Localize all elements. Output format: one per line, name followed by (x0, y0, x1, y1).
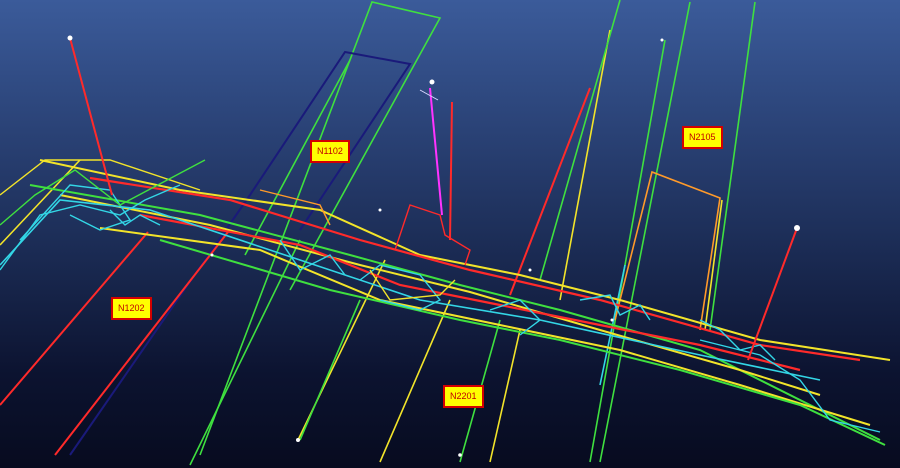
left-cluster-green (0, 159, 206, 226)
borehole-white-thin (419, 89, 439, 101)
node-mid-2 (610, 318, 614, 322)
panel-n2105-green-mid (589, 39, 666, 463)
panel-n1202-yellow-long (0, 159, 81, 246)
panel-n2201-yellow-2 (379, 299, 451, 463)
panel-n2105-red (509, 87, 591, 296)
node-bottom-green (458, 453, 462, 457)
left-junction-cluster (0, 159, 206, 271)
panel-n1202-green (189, 239, 301, 466)
node-mid-1 (210, 253, 214, 257)
panel-n2105-green-2 (539, 0, 621, 281)
panel-label-n1102: N1102 (310, 140, 350, 163)
node-top-left (67, 35, 73, 41)
3d-mine-viewport[interactable]: N1102 N2105 N1202 N2201 (0, 0, 900, 468)
left-cluster-cyan-2 (0, 184, 181, 271)
node-mid-5 (528, 268, 532, 272)
main-roadway-yellow-bottom (99, 227, 871, 426)
node-right-borehole (794, 225, 800, 231)
panel-label-n2105: N2105 (682, 126, 723, 149)
panel-label-n2201: N2201 (443, 385, 484, 408)
panel-n1102-navy-roadway (69, 50, 412, 456)
borehole-red-right (747, 227, 798, 361)
panel-n2201-green-2 (299, 299, 361, 441)
borehole-red-mid (449, 101, 453, 241)
node-magenta-top (429, 79, 435, 85)
panel-n1202-red-right (54, 231, 229, 456)
panel-boundaries (0, 0, 756, 466)
panel-n2105-yellow (559, 29, 611, 301)
node-mid-3 (660, 38, 664, 42)
panel-n2105-green-long (599, 1, 691, 463)
node-mid-4 (378, 208, 382, 212)
panel-n2201-yellow-3 (489, 329, 521, 463)
main-roadway-cyan (0, 199, 821, 381)
panel-n2105-green-right (709, 1, 756, 331)
borehole-magenta (429, 87, 443, 216)
center-red-loop (394, 204, 471, 266)
panel-label-n1202: N1202 (111, 297, 152, 320)
main-roadway-red-top (89, 176, 861, 362)
node-bottom-yellow (296, 438, 300, 442)
